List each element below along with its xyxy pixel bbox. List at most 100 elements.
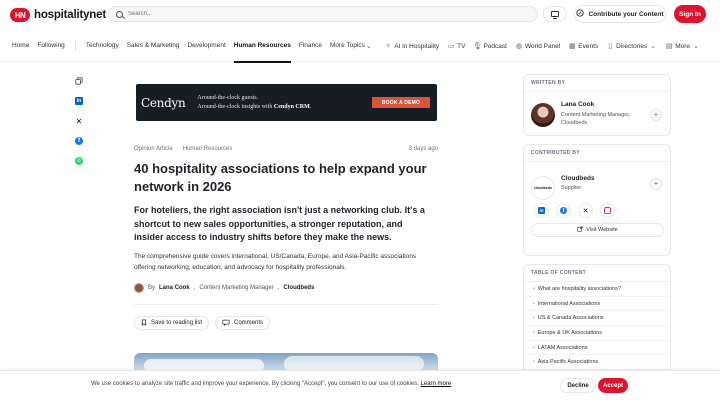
share-facebook-button[interactable]: f bbox=[71, 133, 87, 149]
facebook-icon: f bbox=[75, 137, 83, 145]
nav-tv-label: TV bbox=[457, 42, 466, 50]
linkedin-icon: in bbox=[538, 207, 545, 214]
byline-company[interactable]: Cloudbeds bbox=[283, 285, 314, 291]
ad-banner[interactable]: Cendyn Around-the-clock guests. Around-t… bbox=[136, 84, 437, 121]
sparkle-icon: ✧ bbox=[385, 43, 392, 50]
share-column: in ✕ f ✆ bbox=[71, 73, 87, 169]
main-nav: Home Following Technology Sales & Market… bbox=[0, 30, 720, 63]
site-logo[interactable]: HN hospitalitynet bbox=[10, 8, 106, 22]
sign-in-button[interactable]: Sign In bbox=[674, 5, 706, 23]
chevron-down-icon: ⌄ bbox=[365, 42, 372, 50]
x-icon: ✕ bbox=[75, 116, 83, 126]
nav-finance[interactable]: Finance bbox=[299, 30, 322, 62]
display-mode-button[interactable] bbox=[543, 6, 567, 22]
nav-more-label: More bbox=[675, 42, 690, 50]
nav-directories[interactable]: ▯ Directories ⌄ bbox=[606, 42, 657, 51]
plus-icon: + bbox=[653, 110, 659, 119]
toc-item-label: Asia Pacific Associations bbox=[537, 359, 599, 366]
company-x-link[interactable]: ✕ bbox=[578, 203, 593, 218]
share-x-button[interactable]: ✕ bbox=[71, 113, 87, 129]
article-description: The comprehensive guide covers internati… bbox=[134, 253, 417, 271]
toc-item[interactable]: • Europe & UK Associations bbox=[524, 326, 670, 341]
written-by-card: WRITTEN BY Lana Cook Content Marketing M… bbox=[523, 74, 671, 136]
article-age: 3 days ago bbox=[408, 146, 438, 152]
globe-icon: ◍ bbox=[515, 43, 522, 50]
nav-events-label: Events bbox=[578, 42, 599, 50]
contributed-by-card: CONTRIBUTED BY cloudbeds Cloudbeds Suppl… bbox=[523, 144, 671, 256]
nav-more-topics[interactable]: More Topics ⌄ bbox=[330, 30, 373, 62]
follow-author-button[interactable]: + bbox=[650, 109, 662, 121]
nav-human-resources[interactable]: Human Resources bbox=[233, 30, 291, 63]
nav-podcast[interactable]: 🎙 Podcast bbox=[473, 42, 507, 51]
nav-divider bbox=[74, 40, 76, 51]
cookie-text: We use cookies to analyze site traffic a… bbox=[91, 381, 419, 387]
share-linkedin-button[interactable]: in bbox=[71, 93, 87, 109]
chevron-down-icon: ⌄ bbox=[650, 43, 657, 50]
author-name[interactable]: Lana Cook bbox=[561, 101, 594, 108]
toc-heading: TABLE OF CONTENT bbox=[524, 265, 670, 282]
copy-link-button[interactable] bbox=[71, 73, 87, 89]
nav-world-panel-label: World Panel bbox=[524, 42, 561, 50]
nav-more[interactable]: ▤ More ⌄ bbox=[665, 42, 700, 51]
search-bar[interactable] bbox=[108, 6, 538, 22]
banner-line-1: Around-the-clock guests. bbox=[197, 94, 259, 101]
article-category[interactable]: Human Resources bbox=[183, 146, 233, 152]
comments-button[interactable]: Comments bbox=[215, 316, 271, 330]
nav-home[interactable]: Home bbox=[12, 30, 29, 62]
bullet-icon: • bbox=[533, 344, 535, 351]
toc-item[interactable]: • LATAM Associations bbox=[524, 341, 670, 356]
book-demo-button[interactable]: BOOK A DEMO bbox=[372, 97, 430, 108]
decline-button[interactable]: Decline bbox=[560, 378, 596, 393]
monitor-icon bbox=[551, 11, 559, 19]
article-meta: Opinion Article · Human Resources 3 days… bbox=[134, 146, 438, 152]
whatsapp-icon: ✆ bbox=[75, 157, 83, 165]
nav-tv[interactable]: ▭ TV bbox=[447, 42, 466, 51]
visit-website-button[interactable]: Visit Website bbox=[531, 223, 664, 237]
toc-item[interactable]: • Asia Pacific Associations bbox=[524, 355, 670, 371]
company-instagram-link[interactable] bbox=[600, 203, 615, 218]
save-to-reading-list-button[interactable]: Save to reading list bbox=[134, 316, 210, 330]
company-linkedin-link[interactable]: in bbox=[534, 203, 549, 218]
toc-item-label: US & Canada Associations bbox=[537, 315, 604, 322]
nav-world-panel[interactable]: ◍ World Panel bbox=[515, 42, 561, 51]
x-icon: ✕ bbox=[582, 207, 589, 215]
tv-icon: ▭ bbox=[447, 43, 455, 50]
nav-sales-marketing[interactable]: Sales & Marketing bbox=[127, 30, 180, 62]
plus-icon: + bbox=[653, 179, 659, 188]
article-type[interactable]: Opinion Article bbox=[134, 146, 173, 152]
nav-following[interactable]: Following bbox=[37, 30, 64, 62]
banner-logo: Cendyn bbox=[141, 95, 186, 110]
learn-more-link[interactable]: Learn more bbox=[421, 381, 452, 387]
nav-events[interactable]: ▦ Events bbox=[568, 42, 599, 51]
toc-item[interactable]: • What are hospitality associations? bbox=[524, 282, 670, 297]
banner-line-2: Around-the-clock insights with Cendyn CR… bbox=[197, 103, 311, 112]
company-name[interactable]: Cloudbeds bbox=[561, 175, 595, 182]
avatar[interactable] bbox=[531, 103, 555, 127]
accept-button[interactable]: Accept bbox=[598, 378, 628, 393]
company-facebook-link[interactable]: f bbox=[556, 203, 571, 218]
instagram-icon bbox=[604, 207, 611, 214]
byline-author[interactable]: Lana Cook bbox=[159, 285, 190, 291]
top-bar: HN hospitalitynet Contribute your Conten… bbox=[0, 0, 720, 30]
share-whatsapp-button[interactable]: ✆ bbox=[71, 153, 87, 169]
comment-icon bbox=[222, 319, 230, 328]
avatar bbox=[134, 283, 144, 293]
toc-item-label: International Associations bbox=[537, 300, 601, 307]
nav-technology[interactable]: Technology bbox=[86, 30, 119, 62]
nav-development[interactable]: Development bbox=[187, 30, 225, 62]
divider bbox=[134, 304, 438, 305]
company-type: Supplier bbox=[561, 185, 582, 191]
follow-company-button[interactable]: + bbox=[650, 178, 662, 190]
nav-ai[interactable]: ✧ AI in Hospitality bbox=[384, 42, 439, 51]
company-logo[interactable]: cloudbeds bbox=[531, 176, 555, 200]
grid-icon: ▤ bbox=[665, 43, 673, 50]
contributed-by-heading: CONTRIBUTED BY bbox=[524, 145, 670, 162]
bullet-icon: • bbox=[533, 329, 535, 336]
copy-icon bbox=[75, 77, 83, 85]
search-input[interactable] bbox=[128, 11, 518, 17]
contribute-button[interactable]: Contribute your Content bbox=[574, 5, 666, 23]
search-icon bbox=[116, 10, 123, 18]
toc-item[interactable]: • US & Canada Associations bbox=[524, 311, 670, 327]
toc-item[interactable]: • International Associations bbox=[524, 297, 670, 312]
facebook-icon: f bbox=[560, 207, 567, 214]
